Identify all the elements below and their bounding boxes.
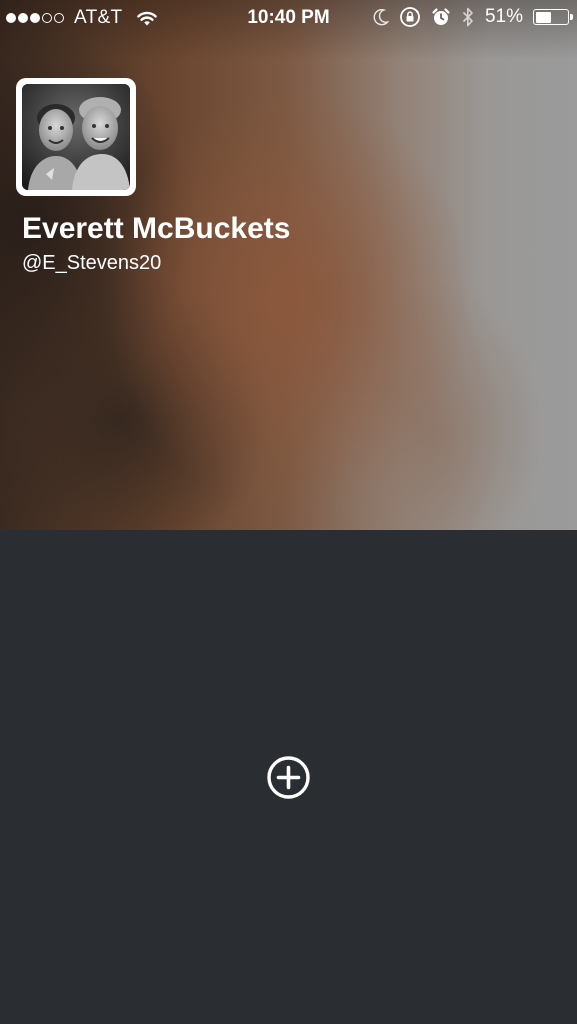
avatar-photo <box>22 84 130 190</box>
profile-handle: @E_Stevens20 <box>22 252 162 274</box>
battery-icon <box>533 9 573 25</box>
status-right: 51% <box>373 6 573 28</box>
battery-tip <box>570 14 573 20</box>
bluetooth-icon <box>462 7 473 27</box>
avatar <box>22 84 130 190</box>
battery-level <box>535 11 551 23</box>
profile-avatar-frame[interactable] <box>16 78 136 196</box>
plus-circle-icon <box>267 756 310 799</box>
profile-display-name: Everett McBuckets <box>22 212 291 245</box>
alarm-icon <box>432 8 450 25</box>
add-button[interactable] <box>266 755 311 800</box>
profile-screen: AT&T 10:40 PM 51% Everett McBuckets @E_S… <box>0 0 577 1024</box>
rotation-lock-icon <box>400 7 420 27</box>
status-bar: AT&T 10:40 PM 51% <box>0 0 577 38</box>
battery-percent: 51% <box>484 6 523 27</box>
moon-icon <box>373 8 389 26</box>
